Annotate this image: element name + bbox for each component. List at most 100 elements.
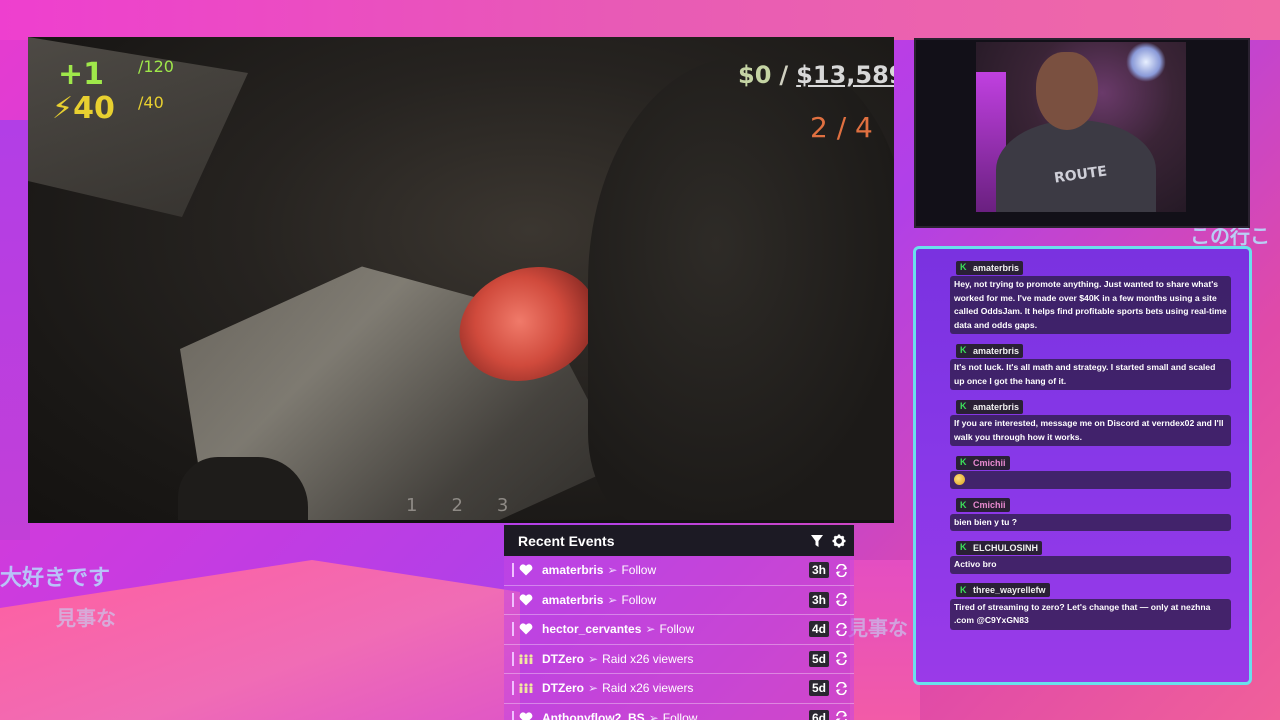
heart-icon xyxy=(518,593,534,607)
heart-icon xyxy=(518,563,534,577)
hud-health: +1 xyxy=(58,57,105,92)
chat-message: Kthree_wayrellefw Tired of streaming to … xyxy=(950,580,1231,630)
hud-energy: ⚡40 xyxy=(52,91,115,126)
event-arrow: ➢ xyxy=(645,622,656,637)
event-action: Follow xyxy=(662,710,698,720)
chat-username[interactable]: K Cmichii xyxy=(956,455,1010,470)
chat-username[interactable]: Kthree_wayrellefw xyxy=(956,583,1050,597)
chat-message: K ELCHULOSINH Activo bro xyxy=(950,537,1231,574)
webcam-streamer-body xyxy=(996,120,1156,212)
recent-events-panel: Recent Events amaterbris ➢ Follow 3h ama… xyxy=(504,525,854,720)
chat-username-text: amaterbris xyxy=(973,262,1020,273)
event-action: Raid x26 viewers xyxy=(602,681,694,696)
heart-icon xyxy=(518,711,534,720)
event-username: amaterbris xyxy=(542,592,604,607)
raid-icon xyxy=(518,652,534,666)
chat-username-text: Cmichii xyxy=(973,500,1006,510)
kick-badge-icon: K xyxy=(960,458,969,467)
event-marker xyxy=(512,622,514,637)
event-action: Follow xyxy=(659,622,695,637)
chat-username-text: ELCHULOSINH xyxy=(973,542,1038,553)
chat-username-text: three_wayrellefw xyxy=(973,585,1046,595)
chat-message: Kamaterbris It's not luck. It's all math… xyxy=(950,340,1231,390)
background-top-band xyxy=(0,0,1280,40)
background-jp-text: 見事な xyxy=(56,606,116,630)
hud-energy-max: /40 xyxy=(138,93,164,112)
replay-icon[interactable] xyxy=(835,622,848,636)
event-arrow: ➢ xyxy=(607,592,618,607)
heart-icon xyxy=(518,622,534,636)
chat-username-text: amaterbris xyxy=(973,345,1020,356)
event-time: 3h xyxy=(808,562,829,579)
background-jp-text: 見事な xyxy=(848,616,908,640)
chat-username[interactable]: K ELCHULOSINH xyxy=(956,540,1042,555)
chat-message: K Cmichii bien bien y tu ? xyxy=(950,495,1231,531)
event-username: amaterbris xyxy=(542,563,604,578)
kick-badge-icon: K xyxy=(960,543,969,552)
event-time: 4d xyxy=(808,621,829,638)
event-row[interactable]: amaterbris ➢ Follow 3h xyxy=(504,556,854,586)
gear-icon[interactable] xyxy=(832,534,846,548)
hud-money: $0/$13,589 xyxy=(738,61,894,89)
chat-message-text: bien bien y tu ? xyxy=(950,513,1231,531)
webcam-feed: ROUTE xyxy=(976,42,1186,212)
background-jp-text: 大好きです xyxy=(0,566,111,591)
event-row[interactable]: amaterbris ➢ Follow 3h xyxy=(504,585,854,615)
hud-money-separator: / xyxy=(779,61,789,89)
replay-icon[interactable] xyxy=(835,711,848,720)
replay-icon[interactable] xyxy=(835,593,848,607)
chat-message: Kamaterbris If you are interested, messa… xyxy=(950,396,1231,446)
replay-icon[interactable] xyxy=(835,563,848,577)
chat-message-text: Activo bro xyxy=(950,556,1231,574)
event-row[interactable]: Anthonyflow2_BS ➢ Follow 6d xyxy=(504,703,854,720)
game-capture: +1 /120 ⚡40 /40 $0/$13,589 2 / 4 1 2 3 xyxy=(28,37,894,523)
chat-panel: Kamaterbris Hey, not trying to promote a… xyxy=(913,246,1252,685)
hud-health-max: /120 xyxy=(138,57,174,76)
event-arrow: ➢ xyxy=(588,651,599,666)
event-username: DTZero xyxy=(542,651,584,666)
chat-username[interactable]: Kamaterbris xyxy=(956,399,1024,414)
event-row[interactable]: DTZero ➢ Raid x26 viewers 5d xyxy=(504,644,854,674)
chat-username[interactable]: K Cmichii xyxy=(956,498,1010,512)
raid-icon xyxy=(518,681,534,695)
event-row[interactable]: hector_cervantes ➢ Follow 4d xyxy=(504,615,854,645)
game-scene-hand xyxy=(178,457,308,520)
hud-counter: 2 / 4 xyxy=(810,111,873,144)
event-username: hector_cervantes xyxy=(542,622,642,637)
kick-badge-icon: K xyxy=(960,500,969,510)
event-username: Anthonyflow2_BS xyxy=(542,710,645,720)
webcam-lamp xyxy=(1126,42,1166,82)
kick-badge-icon: K xyxy=(960,402,969,411)
hud-slots: 1 2 3 xyxy=(406,495,508,516)
hud-slot: 2 xyxy=(451,495,463,516)
chat-username-text: Cmichii xyxy=(973,457,1006,468)
event-arrow: ➢ xyxy=(588,681,599,696)
emote-icon xyxy=(954,474,965,486)
event-time: 5d xyxy=(808,650,829,667)
hud-money-total: $13,589 xyxy=(796,61,894,89)
chat-username-text: amaterbris xyxy=(973,401,1020,412)
event-marker xyxy=(512,681,514,696)
event-time: 3h xyxy=(808,591,829,608)
event-time: 5d xyxy=(808,680,829,697)
hud-slot: 3 xyxy=(496,495,509,516)
chat-message-text: Tired of streaming to zero? Let's change… xyxy=(950,598,1231,630)
webcam-frame: ROUTE xyxy=(914,38,1250,228)
event-arrow: ➢ xyxy=(648,710,659,720)
filter-icon[interactable] xyxy=(810,534,824,548)
hud-money-current: $0 xyxy=(738,61,772,89)
recent-events-title: Recent Events xyxy=(518,532,615,549)
kick-badge-icon: K xyxy=(960,263,969,272)
chat-message-text: Hey, not trying to promote anything. Jus… xyxy=(950,276,1231,334)
event-time: 6d xyxy=(808,709,829,720)
event-username: DTZero xyxy=(542,681,584,696)
chat-username[interactable]: Kamaterbris xyxy=(956,343,1024,358)
recent-events-header: Recent Events xyxy=(504,525,854,556)
event-marker xyxy=(512,651,514,666)
kick-badge-icon: K xyxy=(960,346,969,355)
event-row[interactable]: DTZero ➢ Raid x26 viewers 5d xyxy=(504,674,854,704)
recent-events-tools xyxy=(810,534,846,548)
chat-username[interactable]: Kamaterbris xyxy=(956,260,1024,275)
replay-icon[interactable] xyxy=(835,681,848,695)
replay-icon[interactable] xyxy=(835,652,848,666)
